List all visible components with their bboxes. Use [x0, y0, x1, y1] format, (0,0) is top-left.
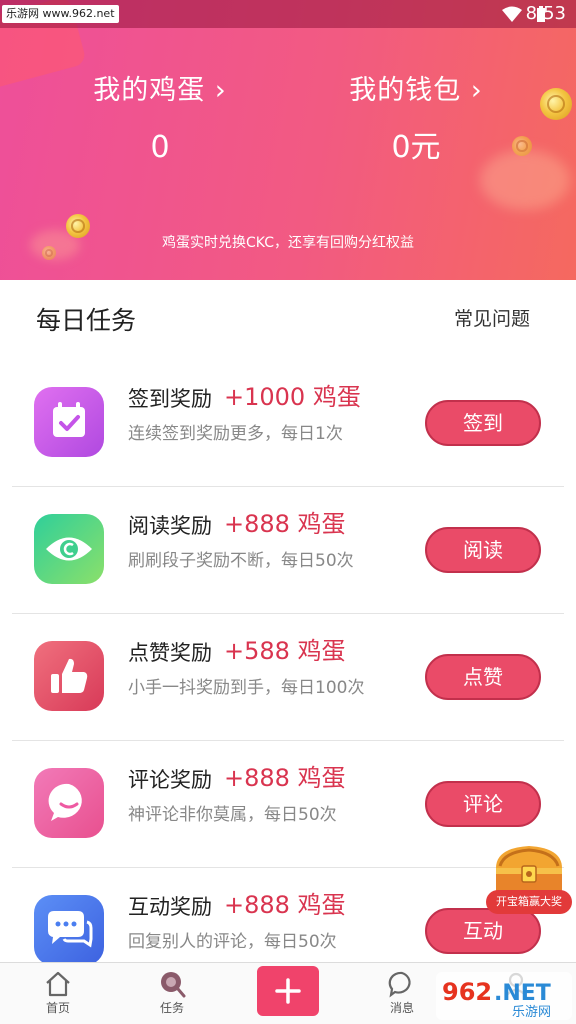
my-wallet-label[interactable]: 我的钱包 › — [306, 74, 526, 108]
task-row-like: 点赞奖励 +588 鸡蛋 小手一抖奖励到手，每日100次 点赞 — [12, 614, 564, 741]
checkin-button[interactable]: 签到 — [425, 400, 541, 446]
task-name: 评论奖励 — [128, 768, 212, 792]
my-wallet-value: 0元 — [391, 130, 441, 165]
task-reward: +888 鸡蛋 — [224, 764, 346, 792]
task-icon — [161, 972, 186, 998]
task-reward: +588 鸡蛋 — [224, 637, 346, 665]
task-reward: +1000 鸡蛋 — [224, 383, 361, 411]
task-row-read: 阅读奖励 +888 鸡蛋 刷刷段子奖励不断，每日50次 阅读 — [12, 487, 564, 614]
nav-tasks[interactable]: 任务 — [132, 963, 212, 1024]
task-name: 阅读奖励 — [128, 514, 212, 538]
svg-text:乐游网: 乐游网 — [512, 1005, 551, 1020]
svg-text:962: 962 — [442, 978, 492, 1006]
nav-messages-label: 消息 — [389, 1001, 414, 1015]
task-row-comment: 评论奖励 +888 鸡蛋 神评论非你莫属，每日50次 评论 — [12, 741, 564, 868]
task-row-checkin: 签到奖励 +1000 鸡蛋 连续签到奖励更多，每日1次 签到 — [12, 360, 564, 487]
treasure-label[interactable]: 开宝箱赢大奖 — [486, 890, 572, 914]
wifi-icon — [502, 6, 522, 22]
task-desc: 小手一抖奖励到手，每日100次 — [128, 678, 365, 698]
header-banner: 乐游网 www.962.net 8:53 我的鸡蛋 › 0 我的钱包 › 0元 … — [0, 0, 576, 280]
task-desc: 刷刷段子奖励不断，每日50次 — [128, 551, 354, 571]
status-time: 8:53 — [525, 3, 566, 24]
status-bar: 乐游网 www.962.net 8:53 — [0, 0, 576, 28]
nav-tasks-label: 任务 — [159, 1001, 184, 1015]
add-button[interactable] — [257, 966, 319, 1016]
read-button[interactable]: 阅读 — [425, 527, 541, 573]
task-name: 签到奖励 — [128, 387, 212, 411]
nav-messages[interactable]: 消息 — [362, 963, 442, 1024]
task-reward: +888 鸡蛋 — [224, 891, 346, 919]
calendar-check-icon — [34, 387, 104, 457]
header-subtitle: 鸡蛋实时兑换CKC，还享有回购分红权益 — [162, 235, 414, 251]
task-name: 互动奖励 — [128, 895, 212, 919]
task-desc: 连续签到奖励更多，每日1次 — [128, 424, 343, 444]
task-reward: +888 鸡蛋 — [224, 510, 346, 538]
plus-icon — [275, 978, 301, 1004]
watermark-logo: 962 .NET 乐游网 — [436, 972, 572, 1020]
like-button[interactable]: 点赞 — [425, 654, 541, 700]
chat-bubbles-icon — [34, 895, 104, 965]
thumbs-up-icon — [34, 641, 104, 711]
daily-tasks-title: 每日任务 — [36, 306, 137, 335]
task-desc: 回复别人的评论，每日50次 — [128, 932, 337, 952]
my-eggs-value: 0 — [150, 130, 170, 165]
task-page: 乐游网 www.962.net 8:53 我的鸡蛋 › 0 我的钱包 › 0元 … — [0, 0, 576, 1024]
my-wallet-stat[interactable]: 我的钱包 › 0元 — [306, 74, 526, 166]
comment-button[interactable]: 评论 — [425, 781, 541, 827]
coin-icon — [540, 88, 572, 120]
eye-icon — [34, 514, 104, 584]
watermark-text: 乐游网 www.962.net — [2, 5, 119, 23]
task-desc: 神评论非你莫属，每日50次 — [128, 805, 337, 825]
my-eggs-stat[interactable]: 我的鸡蛋 › 0 — [50, 74, 270, 166]
nav-home[interactable]: 首页 — [18, 963, 98, 1024]
home-icon — [46, 971, 70, 997]
faq-link[interactable]: 常见问题 — [454, 305, 530, 333]
nav-home-label: 首页 — [45, 1001, 70, 1015]
chat-bubble-icon — [34, 768, 104, 838]
my-eggs-label[interactable]: 我的鸡蛋 › — [50, 74, 270, 108]
svg-text:.NET: .NET — [494, 981, 551, 1006]
task-name: 点赞奖励 — [128, 641, 212, 665]
message-icon — [388, 971, 411, 998]
